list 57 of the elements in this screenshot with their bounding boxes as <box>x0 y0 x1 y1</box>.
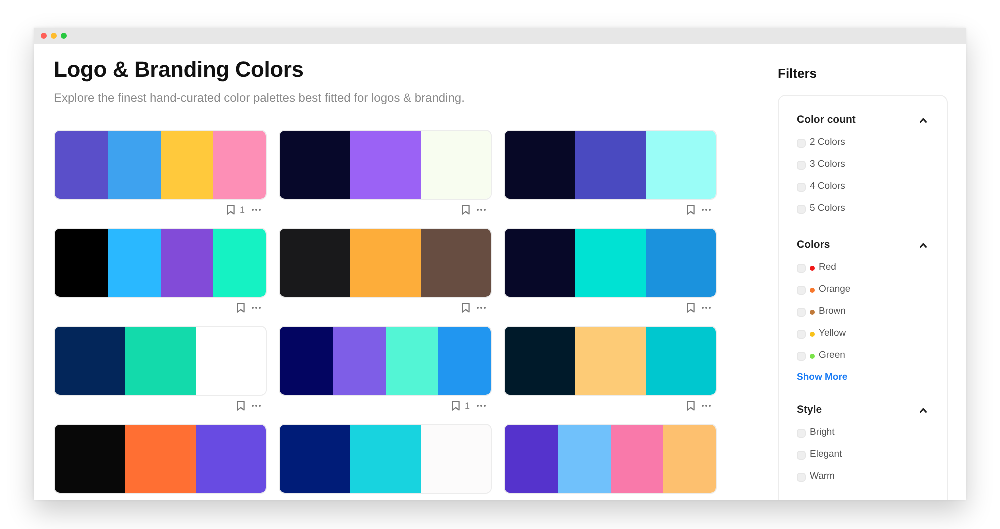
option-label[interactable]: 4 Colors <box>810 181 846 193</box>
palette-card[interactable] <box>504 130 717 200</box>
option-label[interactable]: 5 Colors <box>810 203 846 215</box>
bookmark-icon[interactable] <box>687 205 695 215</box>
bookmark-icon[interactable] <box>687 303 695 313</box>
option-label[interactable]: Bright <box>810 427 835 439</box>
palette-card[interactable] <box>504 424 717 494</box>
page-title: Logo & Branding Colors <box>54 57 305 83</box>
option-label[interactable]: 2 Colors <box>810 137 846 149</box>
palette-card[interactable] <box>279 424 492 494</box>
palette-card[interactable] <box>504 326 717 396</box>
checkbox[interactable] <box>797 330 806 338</box>
checkbox[interactable] <box>797 352 806 360</box>
checkbox[interactable] <box>797 428 806 438</box>
checkbox[interactable] <box>797 204 806 214</box>
palette-card[interactable] <box>279 130 492 200</box>
palette-card[interactable] <box>504 228 717 298</box>
bookmark-icon[interactable] <box>687 401 695 411</box>
bookmark-icon[interactable] <box>462 205 470 215</box>
palette-card[interactable] <box>279 228 492 298</box>
save-count: 1 <box>464 401 470 411</box>
checkbox[interactable] <box>797 472 806 482</box>
chevron-up-icon[interactable] <box>920 242 927 248</box>
bookmark-icon[interactable] <box>452 401 460 411</box>
bookmark-icon[interactable] <box>462 303 470 313</box>
palette-card[interactable] <box>279 326 492 396</box>
option-label[interactable]: Warm <box>810 471 835 483</box>
save-count: 1 <box>240 205 245 215</box>
checkbox[interactable] <box>797 308 806 316</box>
option-label[interactable]: Brown <box>819 306 846 318</box>
bookmark-icon[interactable] <box>226 205 235 215</box>
palette-card[interactable] <box>54 326 267 396</box>
show-more-link[interactable]: Show More <box>797 372 848 384</box>
checkbox[interactable] <box>797 450 806 460</box>
option-label[interactable]: Green <box>819 350 846 362</box>
palette-card[interactable] <box>54 424 267 494</box>
option-label[interactable]: Elegant <box>810 449 842 461</box>
filters-heading: Filters <box>778 66 818 82</box>
page-subtitle: Explore the finest hand-curated color palettes best fitted for logos & branding. <box>54 90 466 106</box>
checkbox[interactable] <box>797 160 806 170</box>
chevron-up-icon[interactable] <box>920 408 927 412</box>
section-title: Style <box>797 403 822 417</box>
window-close-icon[interactable] <box>41 33 47 39</box>
option-label[interactable]: Yellow <box>819 328 846 340</box>
option-label[interactable]: Red <box>819 262 836 274</box>
checkbox[interactable] <box>797 264 806 272</box>
section-title: Color count <box>797 113 856 127</box>
checkbox[interactable] <box>797 138 806 148</box>
palette-card[interactable] <box>54 228 267 298</box>
bookmark-icon[interactable] <box>237 303 245 313</box>
option-label[interactable]: Orange <box>819 284 851 296</box>
bookmark-icon[interactable] <box>237 401 245 411</box>
checkbox[interactable] <box>797 286 806 294</box>
checkbox[interactable] <box>797 182 806 192</box>
section-title: Colors <box>797 238 830 252</box>
chevron-up-icon[interactable] <box>920 118 927 122</box>
option-label[interactable]: 3 Colors <box>810 159 846 171</box>
